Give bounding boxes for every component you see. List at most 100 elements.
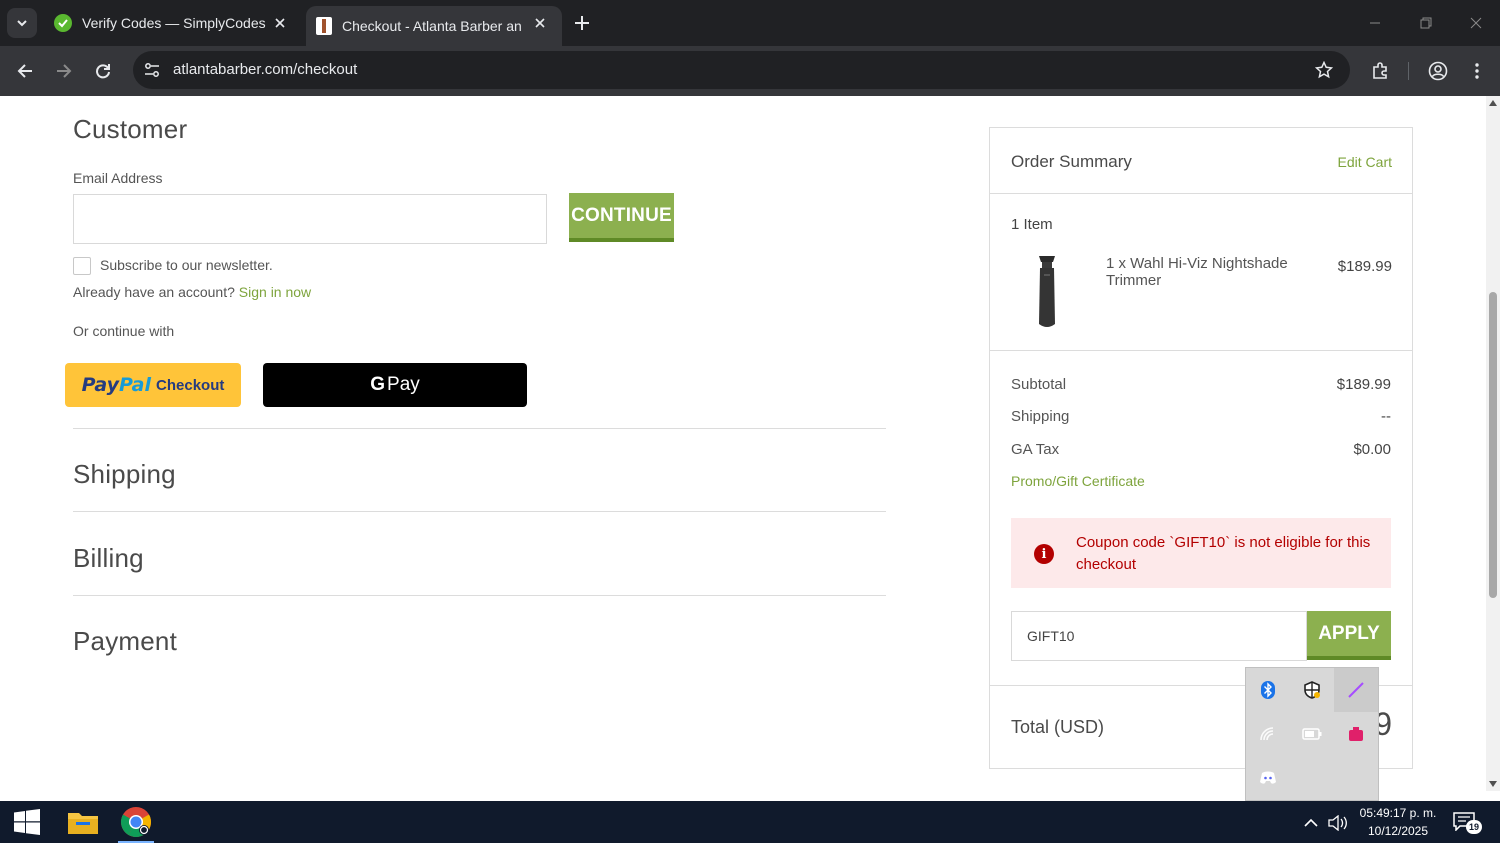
notification-center-button[interactable]: 19	[1452, 811, 1484, 835]
billing-heading[interactable]: Billing	[73, 543, 144, 574]
kebab-menu-icon	[1475, 63, 1479, 79]
shipping-heading[interactable]: Shipping	[73, 459, 176, 490]
profile-icon	[1428, 61, 1448, 81]
scroll-up-arrow-icon[interactable]	[1489, 100, 1497, 106]
payment-heading[interactable]: Payment	[73, 626, 177, 657]
trimmer-product-image	[1039, 256, 1055, 327]
scrollbar-thumb[interactable]	[1489, 292, 1497, 598]
tax-value: $0.00	[1353, 441, 1391, 458]
paypal-checkout-label: Checkout	[156, 376, 225, 394]
subtotal-label: Subtotal	[1011, 376, 1067, 393]
reload-icon	[96, 64, 110, 79]
order-summary-header: Order Summary Edit Cart	[990, 128, 1412, 194]
scroll-down-arrow-icon[interactable]	[1489, 781, 1497, 787]
total-label: Total (USD)	[1011, 717, 1105, 737]
toolbar-separator	[1408, 62, 1409, 80]
newsletter-checkbox[interactable]	[73, 257, 91, 275]
taskbar-clock[interactable]: 05:49:17 p. m. 10/12/2025	[1354, 804, 1442, 840]
coupon-code-input[interactable]: GIFT10	[1011, 611, 1307, 661]
back-button[interactable]	[10, 56, 40, 86]
pen-icon[interactable]	[1334, 668, 1378, 712]
tab-title: Checkout - Atlanta Barber and B	[342, 18, 522, 34]
app-tray-icon[interactable]	[1334, 712, 1378, 756]
start-button[interactable]	[6, 801, 48, 843]
security-shield-icon[interactable]	[1290, 668, 1334, 712]
browser-toolbar: atlantabarber.com/checkout	[0, 46, 1500, 96]
edit-cart-link[interactable]: Edit Cart	[1338, 154, 1392, 170]
plus-icon	[575, 16, 589, 30]
close-window-button[interactable]	[1461, 8, 1491, 38]
wireless-icon[interactable]	[1246, 712, 1290, 756]
discord-icon[interactable]	[1246, 756, 1290, 800]
shipping-row: Shipping --	[1011, 408, 1391, 425]
tax-label: GA Tax	[1011, 441, 1060, 458]
tax-row: GA Tax $0.00	[1011, 441, 1391, 458]
windows-logo-icon	[14, 809, 40, 835]
item-count: 1 Item	[1011, 216, 1053, 233]
address-bar[interactable]: atlantabarber.com/checkout	[133, 51, 1350, 89]
paypal-logo: PayPal	[81, 374, 152, 396]
tab-verify-codes[interactable]: Verify Codes — SimplyCodes	[44, 0, 302, 46]
restore-icon	[1420, 17, 1432, 29]
close-tab-icon[interactable]	[530, 13, 550, 33]
account-prompt: Already have an account?	[73, 284, 235, 300]
close-tab-icon[interactable]	[270, 13, 290, 33]
atlanta-barber-favicon-icon	[316, 17, 332, 35]
show-hidden-icons-chevron-icon[interactable]	[1300, 812, 1322, 834]
file-explorer-button[interactable]	[61, 801, 105, 843]
close-icon	[1470, 17, 1482, 29]
email-field[interactable]	[73, 194, 547, 244]
menu-button[interactable]	[1462, 56, 1492, 86]
simplycodes-favicon-icon	[54, 14, 72, 32]
minimize-button[interactable]	[1360, 8, 1390, 38]
subtotal-row: Subtotal $189.99	[1011, 376, 1391, 393]
site-info-icon[interactable]	[142, 60, 162, 80]
info-icon: i	[1034, 544, 1054, 564]
sign-in-link[interactable]: Sign in now	[239, 284, 311, 300]
chrome-taskbar-button[interactable]	[114, 801, 158, 843]
tab-title: Verify Codes — SimplyCodes	[82, 15, 266, 31]
shipping-value: --	[1381, 408, 1391, 425]
folder-icon	[68, 813, 98, 834]
section-divider	[73, 511, 886, 512]
continue-button[interactable]: CONTINUE	[569, 193, 674, 242]
email-label: Email Address	[73, 170, 163, 186]
account-prompt-line: Already have an account? Sign in now	[73, 284, 311, 300]
customer-heading: Customer	[73, 114, 188, 144]
clock-time: 05:49:17 p. m.	[1359, 806, 1437, 820]
google-pay-button[interactable]: G Pay	[263, 363, 527, 407]
forward-button[interactable]	[49, 56, 79, 86]
chrome-icon	[120, 807, 152, 838]
product-name: 1 x Wahl Hi-Viz Nightshade Trimmer	[1106, 255, 1288, 289]
bluetooth-icon[interactable]	[1246, 668, 1290, 712]
apply-coupon-button[interactable]: APPLY	[1307, 611, 1391, 660]
subtotal-value: $189.99	[1336, 376, 1391, 393]
google-g-icon: G	[370, 374, 386, 395]
section-divider	[73, 595, 886, 596]
promo-gift-certificate-link[interactable]: Promo/Gift Certificate	[1011, 473, 1145, 489]
windows-taskbar: 05:49:17 p. m. 10/12/2025 19	[0, 801, 1500, 843]
extensions-button[interactable]	[1365, 56, 1395, 86]
tab-checkout[interactable]: Checkout - Atlanta Barber and B	[306, 6, 562, 46]
url-text[interactable]: atlantabarber.com/checkout	[173, 61, 357, 78]
paypal-checkout-button[interactable]: PayPal Checkout	[65, 363, 241, 407]
section-divider	[73, 428, 886, 429]
battery-icon[interactable]	[1290, 712, 1334, 756]
new-tab-button[interactable]	[570, 11, 594, 35]
profile-button[interactable]	[1423, 56, 1453, 86]
continue-with-label: Or continue with	[73, 323, 175, 339]
restore-button[interactable]	[1411, 8, 1441, 38]
cart-items: 1 Item 1 x Wahl Hi-Viz Nightshade Trimme…	[990, 194, 1412, 351]
newsletter-label[interactable]: Subscribe to our newsletter.	[100, 257, 273, 273]
volume-icon[interactable]	[1327, 812, 1349, 834]
bookmark-star-icon[interactable]	[1314, 60, 1334, 80]
google-pay-label: Pay	[387, 374, 420, 395]
coupon-error-alert: i Coupon code `GIFT10` is not eligible f…	[1011, 518, 1391, 588]
coupon-error-message: Coupon code `GIFT10` is not eligible for…	[1076, 534, 1371, 573]
notification-count-badge: 19	[1466, 820, 1482, 834]
page-scrollbar[interactable]	[1486, 96, 1500, 791]
tab-search-button[interactable]	[7, 8, 37, 38]
reload-button[interactable]	[88, 56, 118, 86]
order-summary-title: Order Summary	[1011, 152, 1132, 171]
clock-date: 10/12/2025	[1367, 824, 1429, 838]
